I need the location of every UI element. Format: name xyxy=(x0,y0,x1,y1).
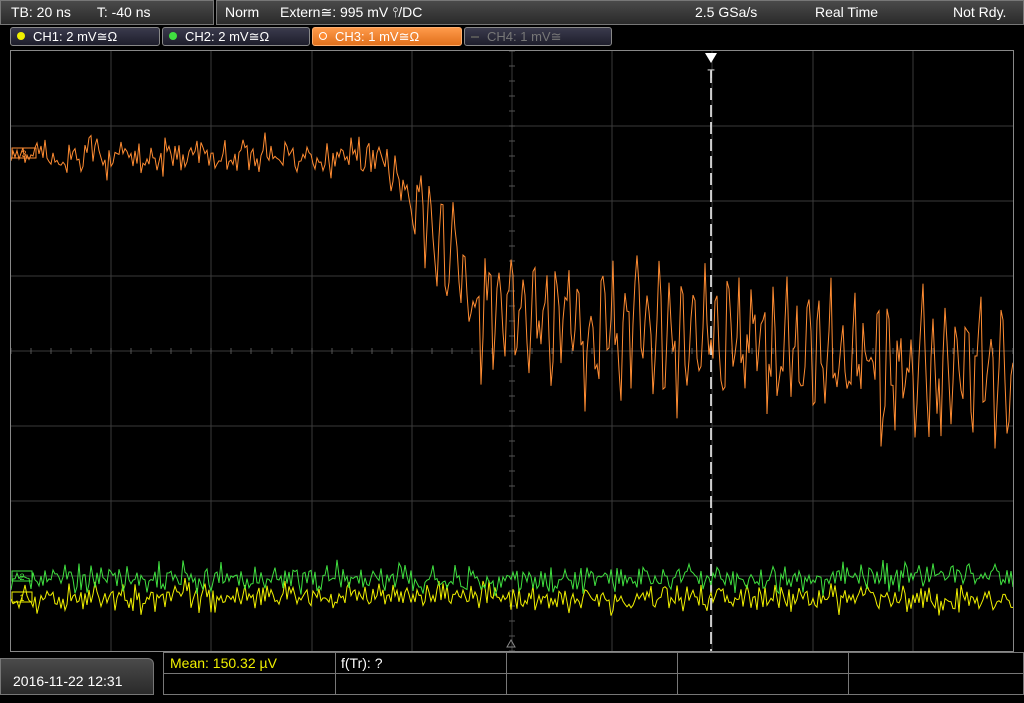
measurement-panel[interactable]: Mean: 150.32 µV f(Tr): ? xyxy=(163,652,1024,695)
svg-text:2: 2 xyxy=(19,572,24,582)
trigger-source: Extern≅: 995 mV ⫯/DC xyxy=(280,4,423,20)
channel-2-tab[interactable]: CH2: 2 mV≅Ω xyxy=(162,27,310,46)
waveform-canvas: T 3 2 1 xyxy=(10,50,1014,652)
waveform-display[interactable]: T 3 2 1 xyxy=(10,50,1014,652)
trigger-marker-label: T xyxy=(707,67,715,81)
graticule-grid xyxy=(10,50,1014,652)
sample-rate: 2.5 GSa/s xyxy=(695,4,758,20)
datetime-value: 2016-11-22 12:31 xyxy=(13,673,123,689)
measurement-col-divider xyxy=(848,653,849,694)
channel-3-indicator-icon xyxy=(319,32,327,40)
measurement-col-divider xyxy=(506,653,507,694)
trigger-status-panel[interactable]: Norm Extern≅: 995 mV ⫯/DC 2.5 GSa/s Real… xyxy=(216,0,1024,25)
channel-1-tab[interactable]: CH1: 2 mV≅Ω xyxy=(10,27,160,46)
measurement-col-divider xyxy=(677,653,678,694)
channel-1-indicator-icon xyxy=(17,32,25,40)
timebase-panel[interactable]: TB: 20 ns T: -40 ns xyxy=(0,0,214,25)
channel-2-indicator-icon xyxy=(169,32,177,40)
trigger-time-value: T: -40 ns xyxy=(96,4,151,20)
svg-text:1: 1 xyxy=(19,593,24,603)
center-position-marker-icon xyxy=(506,638,516,648)
trigger-mode: Norm xyxy=(225,4,260,20)
timebase-value: TB: 20 ns xyxy=(11,4,71,20)
channel-2-label: CH2: 2 mV≅Ω xyxy=(185,29,270,44)
mean-measurement: Mean: 150.32 µV xyxy=(170,655,277,671)
channel-4-tab[interactable]: CH4: 1 mV≅ xyxy=(464,27,612,46)
acquisition-status: Not Rdy. xyxy=(953,4,1007,20)
ftr-measurement: f(Tr): ? xyxy=(341,655,383,671)
channel-4-label: CH4: 1 mV≅ xyxy=(487,29,562,44)
trigger-marker-icon xyxy=(705,53,717,63)
channel-3-tab[interactable]: CH3: 1 mV≅Ω xyxy=(312,27,462,46)
channel-4-indicator-icon xyxy=(471,36,479,38)
datetime-display[interactable]: 2016-11-22 12:31 xyxy=(0,658,154,695)
channel-1-offset-marker: 1 xyxy=(11,591,33,603)
channel-3-label: CH3: 1 mV≅Ω xyxy=(335,29,420,44)
channel-1-label: CH1: 2 mV≅Ω xyxy=(33,29,118,44)
svg-text:3: 3 xyxy=(21,149,26,159)
measurement-col-divider xyxy=(335,653,336,694)
measurement-row-divider xyxy=(164,673,1023,674)
acquisition-mode: Real Time xyxy=(815,4,879,20)
